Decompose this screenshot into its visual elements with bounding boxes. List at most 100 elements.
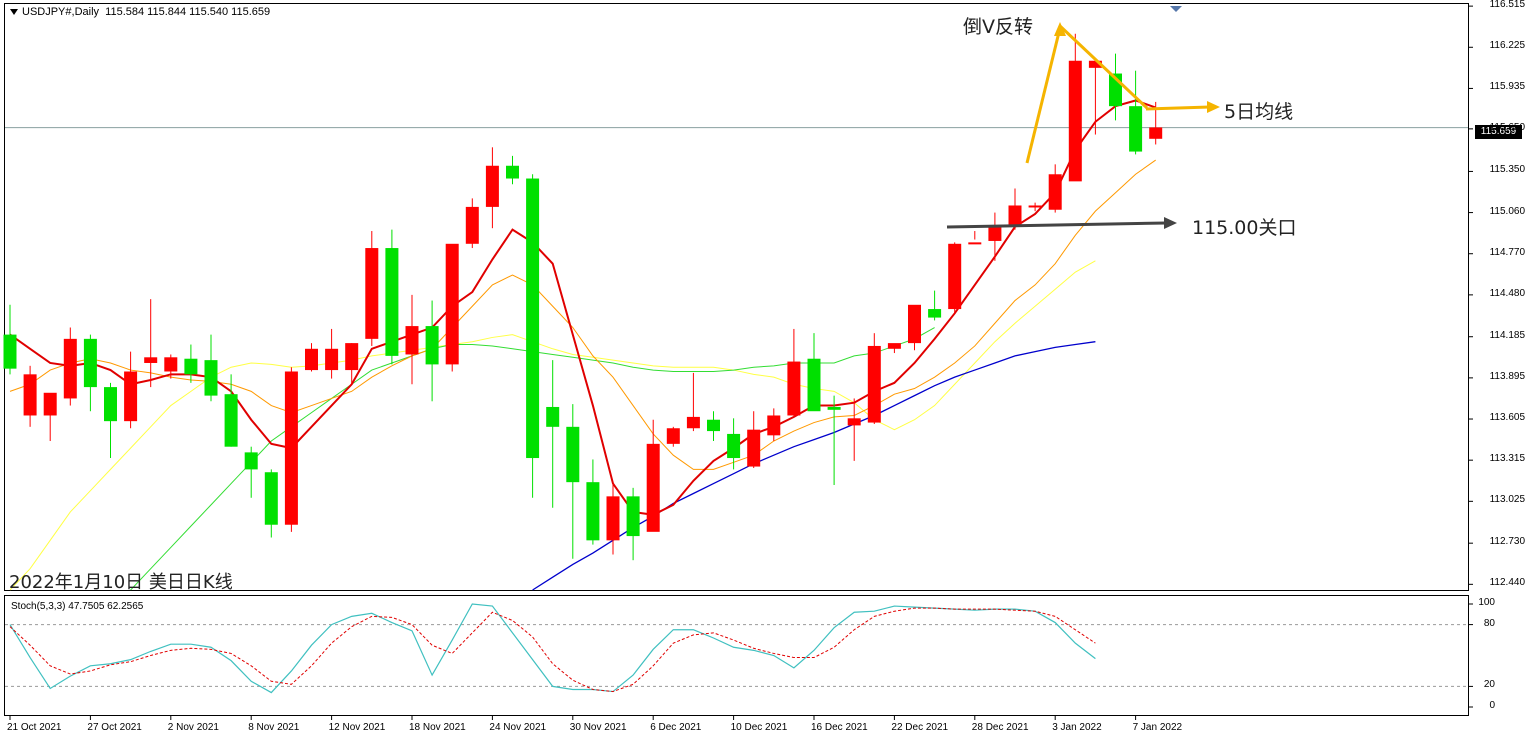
candle-body [566, 426, 580, 483]
x-tick-label: 10 Dec 2021 [730, 722, 788, 733]
candle-body [485, 165, 499, 207]
candle-body [224, 394, 238, 447]
candle-body [908, 304, 921, 344]
candle-body [1129, 106, 1143, 152]
ohlc-values: 115.584 115.844 115.540 115.659 [105, 6, 271, 18]
candle-body [3, 334, 17, 369]
x-tick-label: 27 Oct 2021 [87, 722, 142, 733]
ma5-annotation: 5日均线 [1224, 101, 1294, 123]
candle-body [164, 357, 178, 372]
candle-body [626, 496, 640, 537]
y-tick-label: 116.515 [1489, 0, 1525, 11]
candle-body [707, 419, 720, 432]
candle-body [1149, 127, 1163, 139]
candle-body [948, 243, 962, 310]
y-tick-label: 112.440 [1489, 577, 1525, 589]
candle-body [104, 387, 117, 422]
x-tick-label: 30 Nov 2021 [569, 722, 627, 733]
candle-body [83, 338, 97, 388]
candle-body [666, 428, 680, 444]
candle-body [686, 416, 700, 429]
x-tick-label: 3 Jan 2022 [1052, 722, 1102, 733]
candle-body [968, 242, 982, 245]
candle-body [305, 348, 318, 371]
y-tick-label: 113.605 [1489, 412, 1525, 424]
x-tick-label: 24 Nov 2021 [489, 722, 547, 733]
candle-body [365, 248, 379, 339]
candle-body [646, 443, 660, 532]
stoch-label: Stoch(5,3,3) 47.7505 62.2565 [11, 601, 144, 612]
candle-body [827, 406, 841, 410]
stoch-tick-label: 20 [1483, 679, 1495, 691]
candle-body [204, 360, 218, 396]
y-tick-label: 114.185 [1489, 329, 1525, 341]
candle-body [586, 482, 600, 541]
y-tick-label: 115.060 [1489, 205, 1525, 217]
y-tick-label: 115.350 [1489, 164, 1525, 176]
y-tick-label: 115.935 [1489, 81, 1525, 93]
candle-body [385, 248, 399, 356]
y-tick-label: 115.650 [1489, 121, 1525, 133]
candle-body [405, 326, 419, 355]
x-tick-label: 8 Nov 2021 [248, 722, 300, 733]
candle-body [546, 406, 560, 427]
candle-body [425, 326, 439, 365]
stoch-tick-label: 0 [1489, 700, 1495, 711]
stoch-tick-label: 100 [1478, 597, 1495, 608]
candle-body [526, 178, 540, 459]
x-tick-label: 21 Oct 2021 [7, 722, 62, 733]
x-tick-label: 22 Dec 2021 [891, 722, 949, 733]
candle-body [465, 206, 479, 244]
candle-body [606, 496, 620, 541]
y-tick-label: 116.225 [1489, 40, 1525, 52]
y-tick-label: 113.025 [1489, 494, 1525, 506]
candle-body [325, 348, 339, 371]
price-chart [0, 0, 1530, 744]
candle-body [506, 165, 519, 179]
y-tick-label: 114.770 [1489, 246, 1525, 258]
candle-body [747, 429, 761, 467]
candle-body [887, 343, 901, 349]
candle-body [184, 358, 198, 375]
x-tick-label: 18 Nov 2021 [409, 722, 466, 733]
candle-body [345, 343, 359, 371]
candle-body [63, 338, 77, 399]
x-tick-label: 28 Dec 2021 [971, 722, 1029, 733]
candle-body [1068, 60, 1082, 182]
chart-caption: 2022年1月10日 美日日K线 [9, 572, 233, 593]
x-tick-label: 6 Dec 2021 [650, 722, 702, 733]
x-tick-label: 2 Nov 2021 [167, 722, 219, 733]
y-tick-label: 113.315 [1489, 453, 1525, 465]
ma5-arrow [1145, 105, 1211, 111]
candle-body [928, 309, 942, 318]
candle-body [144, 357, 158, 363]
level-annotation: 115.00关口 [1192, 217, 1297, 239]
x-tick-label: 16 Dec 2021 [811, 722, 868, 733]
candle-body [787, 361, 801, 416]
symbol-label: USDJPY#,Daily [22, 6, 100, 18]
y-tick-label: 114.480 [1489, 287, 1525, 299]
inverted-v-annotation: 倒V反转 [963, 16, 1033, 38]
candle-body [1048, 174, 1062, 210]
candle-body [284, 371, 298, 525]
candle-body [847, 418, 861, 426]
chart-menu-triangle-icon[interactable] [10, 9, 18, 16]
candle-body [767, 415, 781, 436]
candle-body [23, 374, 37, 416]
chart-header: USDJPY#,Daily 115.584 115.844 115.540 11… [10, 6, 270, 18]
candle-body [867, 345, 881, 423]
x-tick-label: 12 Nov 2021 [328, 722, 386, 733]
candle-body [1028, 205, 1042, 208]
candle-body [1008, 205, 1022, 226]
y-tick-label: 112.730 [1489, 536, 1525, 548]
y-tick-label: 113.895 [1489, 370, 1525, 382]
candle-body [445, 243, 459, 365]
candle-body [124, 371, 138, 422]
candle-body [244, 452, 258, 470]
candle-body [727, 433, 741, 459]
candle-body [264, 472, 278, 525]
candle-body [43, 392, 57, 416]
stoch-tick-label: 80 [1483, 617, 1495, 629]
candle-body [807, 358, 821, 412]
x-tick-label: 7 Jan 2022 [1132, 722, 1183, 733]
